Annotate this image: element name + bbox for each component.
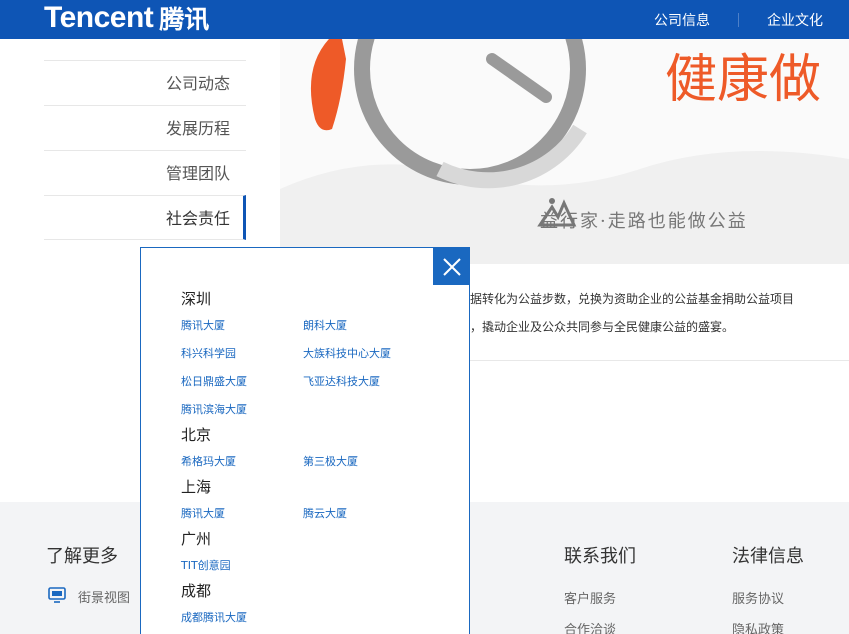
- article-line: 交，撬动企业及公众共同参与全民健康公益的盛宴。: [458, 320, 735, 334]
- menu-item-management[interactable]: 管理团队: [44, 150, 246, 195]
- article-body: 数据转化为公益步数，兑换为资助企业的公益基金捐助公益项目 交，撬动企业及公众共同…: [458, 285, 849, 341]
- city-heading-guangzhou: 广州: [181, 530, 212, 548]
- top-header: Tencent 腾讯 公司信息 企业文化: [0, 0, 849, 39]
- city-heading-chengdu: 成都: [181, 582, 212, 600]
- footer-link-cooperation[interactable]: 合作洽谈: [564, 619, 616, 634]
- office-locations-popup: 深圳 腾讯大厦 朗科大厦 科兴科学园 大族科技中心大厦 松日鼎盛大厦 飞亚达科技…: [140, 247, 470, 634]
- nav-company-info[interactable]: 公司信息: [654, 10, 710, 30]
- city-heading-shenzhen: 深圳: [181, 290, 212, 308]
- nav-corporate-culture[interactable]: 企业文化: [767, 10, 823, 30]
- building-link[interactable]: 腾云大厦: [303, 505, 347, 521]
- footer-link-privacy-policy[interactable]: 隐私政策: [732, 619, 784, 634]
- footer-link-customer-service[interactable]: 客户服务: [564, 588, 616, 607]
- building-link[interactable]: 飞亚达科技大厦: [303, 373, 380, 389]
- top-nav: 公司信息 企业文化: [654, 0, 823, 39]
- logo-chinese: 腾讯: [159, 5, 210, 34]
- building-link[interactable]: 朗科大厦: [303, 317, 347, 333]
- building-link[interactable]: 希格玛大厦: [181, 453, 236, 469]
- building-link[interactable]: 腾讯滨海大厦: [181, 401, 247, 417]
- building-link[interactable]: 松日鼎盛大厦: [181, 373, 247, 389]
- city-heading-shanghai: 上海: [181, 478, 212, 496]
- banner-headline: 健康做: [665, 50, 822, 110]
- menu-item-history[interactable]: 发展历程: [44, 105, 246, 150]
- menu-item-company-news[interactable]: 公司动态: [44, 60, 246, 105]
- footer-heading-contact: 联系我们: [564, 546, 636, 567]
- orange-shape: [310, 39, 346, 131]
- building-link[interactable]: 腾讯大厦: [181, 505, 225, 521]
- banner-image: 健康做 益行家·走路也能做公益: [280, 39, 849, 264]
- footer-heading-legal: 法律信息: [732, 546, 804, 567]
- clock-hand: [486, 53, 552, 103]
- side-menu: 公司动态 发展历程 管理团队 社会责任: [44, 60, 246, 240]
- article-line: 数据转化为公益步数，兑换为资助企业的公益基金捐助公益项目: [458, 292, 795, 306]
- building-link[interactable]: TIT创意园: [181, 557, 231, 573]
- nav-divider: [738, 12, 739, 27]
- building-link[interactable]: 成都腾讯大厦: [181, 609, 247, 625]
- building-link[interactable]: 科兴科学园: [181, 345, 236, 361]
- close-button[interactable]: [433, 248, 470, 285]
- building-link[interactable]: 第三极大厦: [303, 453, 358, 469]
- city-heading-beijing: 北京: [181, 426, 212, 444]
- menu-item-social-responsibility[interactable]: 社会责任: [44, 195, 246, 240]
- building-link[interactable]: 腾讯大厦: [181, 317, 225, 333]
- street-view-link[interactable]: 街景视图: [78, 587, 130, 606]
- footer-heading-learn-more: 了解更多: [46, 546, 118, 567]
- logo-english: Tencent: [44, 1, 154, 34]
- footer-link-service-agreement[interactable]: 服务协议: [732, 588, 784, 607]
- tencent-logo[interactable]: Tencent 腾讯: [44, 1, 209, 35]
- banner-tagline: 益行家·走路也能做公益: [540, 211, 748, 232]
- building-link[interactable]: 大族科技中心大厦: [303, 345, 391, 361]
- monitor-icon: [48, 587, 66, 603]
- close-icon: [442, 257, 461, 276]
